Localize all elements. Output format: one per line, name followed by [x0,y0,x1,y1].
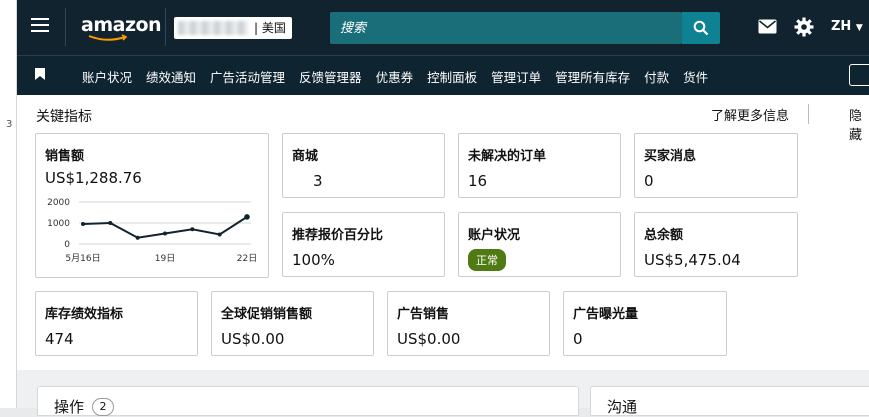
seller-central-window: 3 amazon | 美国 搜索 ZH ▼ 账户状况 绩效通知 广告活动管理 反… [0,0,869,416]
nav-item-performance-notifications[interactable]: 绩效通知 [146,67,196,86]
gear-icon[interactable] [794,17,814,37]
featured-offer-value: 100% [292,251,335,269]
data-point [81,222,85,227]
divider [165,8,166,46]
section-title: 关键指标 [36,109,92,125]
divider [65,8,66,46]
amazon-smile-icon [88,34,128,41]
nav-items: 账户状况 绩效通知 广告活动管理 反馈管理器 优惠券 控制面板 管理订单 管理所… [82,67,722,86]
unresolved-orders-value: 16 [468,172,488,190]
buyer-messages-card[interactable]: 买家消息 0 [634,133,798,198]
total-balance-value: US$5,475.04 [644,251,741,269]
data-point [108,221,113,225]
sales-card[interactable]: 销售额 US$1,288.76 2000 1000 0 5月16日 19日 22日 [35,133,269,278]
actions-title-text: 操作 [54,398,85,416]
y-tick-label: 1000 [47,219,70,229]
ad-impressions-label: 广告曝光量 [573,307,639,322]
hide-link[interactable]: 隐藏 [849,105,869,143]
actions-panel[interactable]: 操作 2 [37,386,579,416]
nav-item-dashboard[interactable]: 控制面板 [427,67,477,86]
ad-impressions-value: 0 [573,330,583,348]
store-region: | 美国 [254,21,286,35]
nav-item-feedback-manager[interactable]: 反馈管理器 [299,67,362,86]
unresolved-orders-label: 未解决的订单 [468,149,547,164]
search-input[interactable] [330,12,682,44]
buyer-messages-label: 买家消息 [644,149,697,164]
mall-card[interactable]: 商城 3 [282,133,445,198]
actions-title: 操作 2 [54,396,115,417]
total-balance-label: 总余额 [644,228,684,243]
ad-impressions-card[interactable]: 广告曝光量 0 [563,291,727,356]
global-promo-sales-value: US$0.00 [221,330,285,348]
unresolved-orders-card[interactable]: 未解决的订单 16 [458,133,621,198]
menu-icon[interactable] [31,18,49,36]
nav-item-manage-inventory[interactable]: 管理所有库存 [555,67,630,86]
inventory-performance-card[interactable]: 库存绩效指标 474 [35,291,198,356]
search-box [330,12,682,44]
x-tick-label: 5月16日 [65,253,100,264]
global-promo-sales-label: 全球促销销售额 [221,307,313,322]
y-tick-label: 0 [64,240,70,250]
actions-count-badge: 2 [92,398,115,416]
store-selector[interactable]: | 美国 [174,17,292,39]
communication-title: 沟通 [607,398,638,416]
data-point [135,235,140,240]
y-tick-label: 2000 [47,198,70,208]
inventory-performance-label: 库存绩效指标 [45,307,124,322]
mail-icon[interactable] [758,19,777,34]
nav-item-account-health[interactable]: 账户状况 [82,67,132,86]
account-health-card[interactable]: 账户状况 正常 [458,212,621,277]
divider [808,104,809,124]
buyer-messages-value: 0 [644,172,654,190]
x-tick-label: 22日 [237,253,257,264]
language-label: ZH [831,19,852,34]
learn-more-link[interactable]: 了解更多信息 [711,105,789,124]
nav-item-shipments[interactable]: 货件 [683,67,708,86]
main-content: 关键指标 了解更多信息 隐藏 销售额 US$1,288.76 2000 1000 0… [17,95,869,416]
nav-item-payments[interactable]: 付款 [644,67,669,86]
sales-label: 销售额 [45,149,85,164]
global-promo-sales-card[interactable]: 全球促销销售额 US$0.00 [211,291,374,356]
x-tick-label: 19日 [155,253,175,264]
account-health-label: 账户状况 [468,228,521,243]
search-button[interactable] [682,12,720,44]
language-selector[interactable]: ZH ▼ [831,19,863,34]
edge-number: 3 [6,119,13,130]
data-point [163,231,167,236]
nav-item-campaign-manager[interactable]: 广告活动管理 [210,67,285,86]
bottom-area: 操作 2 沟通 [17,370,869,416]
featured-offer-label: 推荐报价百分比 [292,228,384,243]
inventory-performance-value: 474 [45,330,74,348]
nav-bar: 账户状况 绩效通知 广告活动管理 反馈管理器 优惠券 控制面板 管理订单 管理所… [17,55,869,95]
nav-item-coupons[interactable]: 优惠券 [376,67,414,86]
data-point [244,214,250,220]
nav-item-manage-orders[interactable]: 管理订单 [491,67,541,86]
mall-label: 商城 [292,149,319,164]
ad-sales-label: 广告销售 [397,307,450,322]
bookmark-icon[interactable] [35,68,45,80]
featured-offer-card[interactable]: 推荐报价百分比 100% [282,212,445,277]
sales-value: US$1,288.76 [45,169,142,187]
search-icon [693,20,709,36]
ad-sales-card[interactable]: 广告销售 US$0.00 [387,291,550,356]
blurred-store-name [178,21,248,35]
left-edge-strip: 3 [0,0,17,408]
caret-down-icon: ▼ [855,23,863,33]
mall-value: 3 [313,172,323,190]
edit-nav-button[interactable] [849,64,869,86]
total-balance-card[interactable]: 总余额 US$5,475.04 [634,212,798,277]
top-bar: amazon | 美国 搜索 ZH ▼ [17,0,869,55]
ad-sales-value: US$0.00 [397,330,461,348]
status-badge: 正常 [468,249,506,271]
data-point [190,227,195,232]
data-point [217,232,222,237]
sales-line-chart: 2000 1000 0 5月16日 19日 22日 [47,198,257,264]
amazon-logo[interactable]: amazon [81,14,162,36]
communication-panel[interactable]: 沟通 [590,386,869,416]
